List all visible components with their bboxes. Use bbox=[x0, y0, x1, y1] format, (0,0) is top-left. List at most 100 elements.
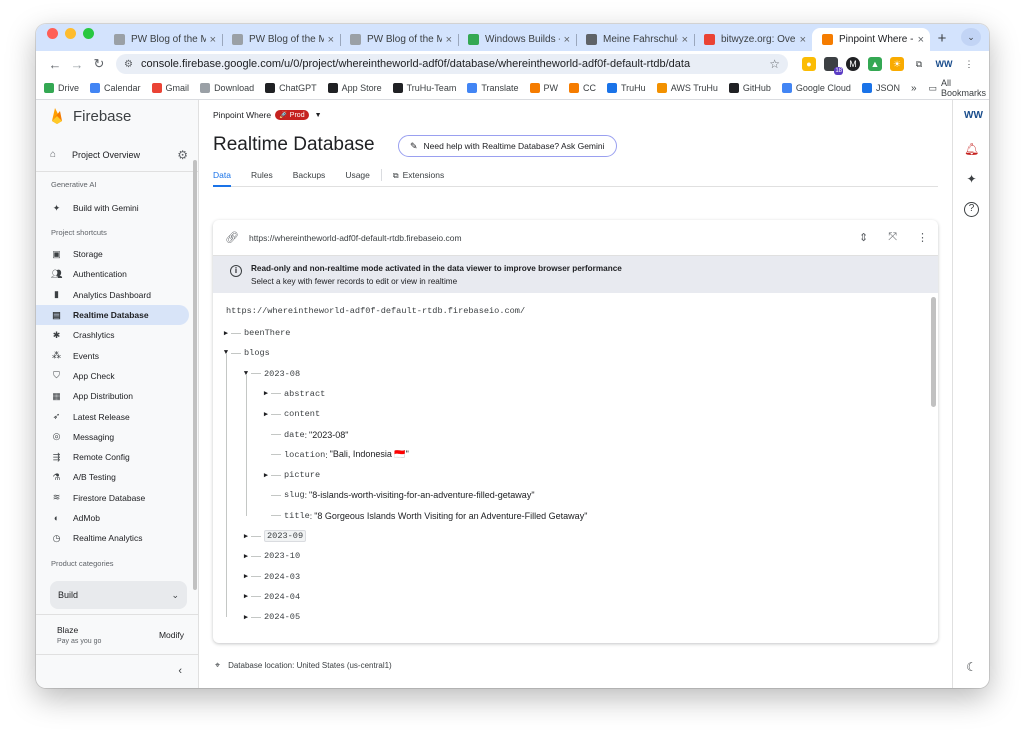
bookmark-item[interactable]: Calendar bbox=[90, 83, 141, 93]
back-icon[interactable]: ← bbox=[44, 57, 66, 72]
bookmark-item[interactable]: TruHu bbox=[607, 83, 646, 93]
bookmark-item[interactable]: App Store bbox=[327, 83, 382, 93]
browser-tab[interactable]: PW Blog of the Month × bbox=[222, 28, 340, 51]
tree-key[interactable]: 2024-03 bbox=[264, 572, 300, 582]
green-extension-icon[interactable]: ▲ bbox=[868, 57, 882, 71]
more-options-icon[interactable]: ⋮ bbox=[917, 231, 928, 244]
modify-plan-button[interactable]: Modify bbox=[159, 630, 184, 640]
tree-key[interactable]: 2024-05 bbox=[264, 612, 300, 622]
expand-arrow-icon[interactable]: ▶ bbox=[221, 329, 231, 338]
tree-node[interactable]: ▶ 2024-05 bbox=[241, 610, 300, 624]
tree-value[interactable]: "2023-08" bbox=[309, 430, 348, 440]
maximize-window-button[interactable] bbox=[83, 28, 94, 39]
kebab-menu-icon[interactable]: ⋮ bbox=[962, 57, 976, 71]
sidebar-item-analytics-dashboard[interactable]: ▮ Analytics Dashboard bbox=[36, 285, 189, 305]
dark-mode-icon[interactable]: ☾ bbox=[964, 660, 979, 675]
close-icon[interactable]: × bbox=[800, 34, 806, 46]
tree-node[interactable]: ▶ content bbox=[261, 407, 320, 421]
reload-icon[interactable]: ↻ bbox=[88, 56, 110, 72]
browser-tab[interactable]: Windows Builds - Google Drive × bbox=[458, 28, 576, 51]
tree-node[interactable]: slug: "8-islands-worth-visiting-for-an-ad… bbox=[261, 488, 535, 502]
tree-node[interactable]: ▶ 2024-04 bbox=[241, 590, 300, 604]
browser-tab[interactable]: Meine Fahrschul-App × bbox=[576, 28, 694, 51]
tab-data[interactable]: Data bbox=[213, 164, 231, 187]
bookmark-item[interactable]: PW bbox=[529, 83, 558, 93]
minimize-window-button[interactable] bbox=[65, 28, 76, 39]
expand-arrow-icon[interactable]: ▶ bbox=[241, 592, 251, 601]
new-tab-button[interactable]: + bbox=[930, 28, 954, 51]
tree-key[interactable]: content bbox=[284, 409, 320, 419]
firebase-logo[interactable]: Firebase bbox=[36, 100, 198, 132]
tab-search-button[interactable]: ⌄ bbox=[961, 28, 981, 46]
tree-node[interactable]: ▶ picture bbox=[261, 468, 320, 482]
sidebar-item-authentication[interactable]: 👥︎ Authentication bbox=[36, 264, 189, 284]
project-overview-row[interactable]: ⌂ Project Overview ⚙ bbox=[36, 138, 198, 172]
puzzle-icon[interactable]: ⧉ bbox=[912, 57, 926, 71]
bookmark-item[interactable]: JSON bbox=[861, 83, 900, 93]
tree-scrollbar[interactable] bbox=[931, 297, 936, 407]
tree-node[interactable]: date: "2023-08" bbox=[261, 428, 348, 442]
extension-icon[interactable]: ● bbox=[802, 57, 816, 71]
close-window-button[interactable] bbox=[47, 28, 58, 39]
bookmark-item[interactable]: GitHub bbox=[728, 83, 771, 93]
m-extension-icon[interactable]: M bbox=[846, 57, 860, 71]
tree-node[interactable]: ▼blogs bbox=[221, 346, 270, 360]
sidebar-item-a-b-testing[interactable]: ⚗ A/B Testing bbox=[36, 467, 189, 487]
bookmark-item[interactable]: CC bbox=[569, 83, 596, 93]
sidebar-item-admob[interactable]: ◐ AdMob bbox=[36, 508, 189, 528]
bookmark-item[interactable]: Drive bbox=[44, 83, 79, 93]
sidebar-item-latest-release[interactable]: ➶ Latest Release bbox=[36, 406, 189, 426]
db-url[interactable]: https://whereintheworld-adf0f-default-rt… bbox=[249, 233, 462, 243]
expand-arrow-icon[interactable]: ▶ bbox=[261, 410, 271, 419]
notifications-icon[interactable]: 🔔︎ bbox=[964, 142, 979, 157]
browser-tab[interactable]: PW Blog of the Month × bbox=[104, 28, 222, 51]
tree-key[interactable]: beenThere bbox=[244, 328, 290, 338]
tree-key[interactable]: 2024-04 bbox=[264, 592, 300, 602]
tree-value[interactable]: "8-islands-worth-visiting-for-an-adventu… bbox=[309, 490, 534, 500]
tree-node[interactable]: ▶ abstract bbox=[261, 387, 325, 401]
sidebar-item-storage[interactable]: ▣ Storage bbox=[36, 244, 189, 264]
bookmark-item[interactable]: ChatGPT bbox=[265, 83, 317, 93]
orange-extension-icon[interactable]: ☀ bbox=[890, 57, 904, 71]
tree-node[interactable]: ▶ 2023-10 bbox=[241, 549, 300, 563]
tree-key[interactable]: blogs bbox=[244, 348, 270, 358]
tree-key[interactable]: abstract bbox=[284, 389, 325, 399]
ask-gemini-button[interactable]: ✎ Need help with Realtime Database? Ask … bbox=[398, 135, 617, 157]
collapse-all-icon[interactable]: ⤧ bbox=[888, 231, 897, 244]
close-icon[interactable]: × bbox=[682, 34, 688, 46]
tree-node[interactable]: ▼2023-08 bbox=[241, 367, 300, 381]
close-icon[interactable]: × bbox=[918, 34, 924, 46]
expand-arrow-icon[interactable]: ▶ bbox=[241, 532, 251, 541]
tree-value[interactable]: "Bali, Indonesia 🇮🇩" bbox=[330, 449, 409, 460]
tree-key[interactable]: location bbox=[284, 450, 325, 460]
all-bookmarks-button[interactable]: ▭ All Bookmarks bbox=[929, 78, 987, 98]
more-bookmarks-icon[interactable]: » bbox=[911, 83, 917, 94]
collapse-sidebar-icon[interactable]: ‹ bbox=[36, 654, 198, 688]
tree-value[interactable]: "8 Gorgeous Islands Worth Visiting for a… bbox=[314, 511, 587, 521]
bookmark-item[interactable]: Google Cloud bbox=[781, 83, 851, 93]
app-logo-icon[interactable]: WW bbox=[964, 108, 983, 123]
sidebar-item-realtime-analytics[interactable]: ◷ Realtime Analytics bbox=[36, 528, 189, 548]
browser-tab[interactable]: Pinpoint Where - Realtime Database × bbox=[812, 28, 930, 51]
tree-key[interactable]: date bbox=[284, 430, 305, 440]
build-category[interactable]: Build ⌄ bbox=[50, 581, 187, 610]
bookmark-item[interactable]: Translate bbox=[467, 83, 519, 93]
forward-icon[interactable]: → bbox=[66, 57, 88, 72]
tree-key[interactable]: slug bbox=[284, 490, 305, 500]
tree-node[interactable]: ▶ beenThere bbox=[221, 326, 291, 340]
close-icon[interactable]: × bbox=[328, 34, 334, 46]
tree-key[interactable]: 2023-10 bbox=[264, 551, 300, 561]
gear-icon[interactable]: ⚙ bbox=[177, 148, 188, 162]
tree-key[interactable]: 2023-08 bbox=[264, 369, 300, 379]
profile-icon[interactable]: WW bbox=[934, 57, 954, 71]
extension-badge-icon[interactable]: 18 bbox=[824, 57, 843, 75]
expand-arrow-icon[interactable]: ▶ bbox=[241, 552, 251, 561]
tree-key[interactable]: title bbox=[284, 511, 310, 521]
gemini-sparkle-icon[interactable]: ✦ bbox=[964, 172, 979, 187]
expand-arrow-icon[interactable]: ▶ bbox=[261, 471, 271, 480]
sidebar-item-events[interactable]: ⁂ Events bbox=[36, 345, 189, 365]
project-selector[interactable]: Pinpoint Where 🚀 Prod ▼ bbox=[213, 110, 322, 120]
sidebar-item-messaging[interactable]: ◎ Messaging bbox=[36, 427, 189, 447]
bookmark-item[interactable]: TruHu-Team bbox=[392, 83, 456, 93]
browser-tab[interactable]: PW Blog of the Month × bbox=[340, 28, 458, 51]
